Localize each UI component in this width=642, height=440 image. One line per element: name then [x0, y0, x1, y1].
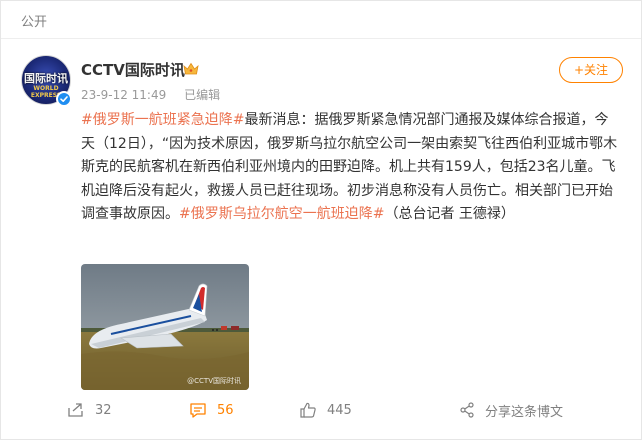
repost-icon: [68, 403, 83, 417]
post-text: #俄罗斯一航班紧急迫降#最新消息：据俄罗斯紧急情况部门通报及媒体综合报道，今天（…: [81, 109, 621, 227]
crown-icon: [183, 61, 199, 80]
like-count: 445: [327, 402, 352, 418]
post-byline-text: （总台记者 王德禄）: [384, 206, 515, 222]
repost-count: 32: [95, 402, 112, 418]
author-name[interactable]: CCTV国际时讯: [81, 59, 185, 80]
weibo-post-card: 公开 国际时讯 WORLD EXPRESS CCTV国际时讯 23-9-12 1…: [0, 0, 642, 440]
share-label: 分享这条博文: [485, 404, 564, 420]
follow-button[interactable]: +关注: [559, 57, 623, 83]
actions-bar: 32 56 445 分享这条博文: [1, 397, 641, 425]
thumbs-up-icon: [300, 402, 316, 418]
comment-icon: [190, 403, 206, 418]
image-watermark: @CCTV国际时讯: [187, 377, 241, 385]
comment-count: 56: [217, 402, 234, 418]
post-meta: 23-9-12 11:49 已编辑: [81, 86, 234, 103]
hashtag-link[interactable]: #俄罗斯乌拉尔航空一航班迫降#: [179, 206, 384, 222]
repost-button[interactable]: 32: [67, 399, 112, 421]
share-icon: [460, 402, 474, 418]
visibility-label: 公开: [21, 15, 48, 30]
verified-icon: [56, 91, 72, 107]
like-button[interactable]: 445: [299, 399, 352, 421]
post-image[interactable]: @CCTV国际时讯: [81, 264, 249, 390]
avatar-logo-text: 国际时讯: [24, 72, 68, 85]
hashtag-link[interactable]: #俄罗斯一航班紧急迫降#: [81, 112, 244, 128]
visibility-bar: 公开: [1, 1, 641, 39]
edited-label[interactable]: 已编辑: [184, 88, 220, 102]
share-button[interactable]: 分享这条博文: [459, 399, 563, 421]
comment-button[interactable]: 56: [189, 399, 234, 421]
post-timestamp[interactable]: 23-9-12 11:49: [81, 88, 166, 102]
